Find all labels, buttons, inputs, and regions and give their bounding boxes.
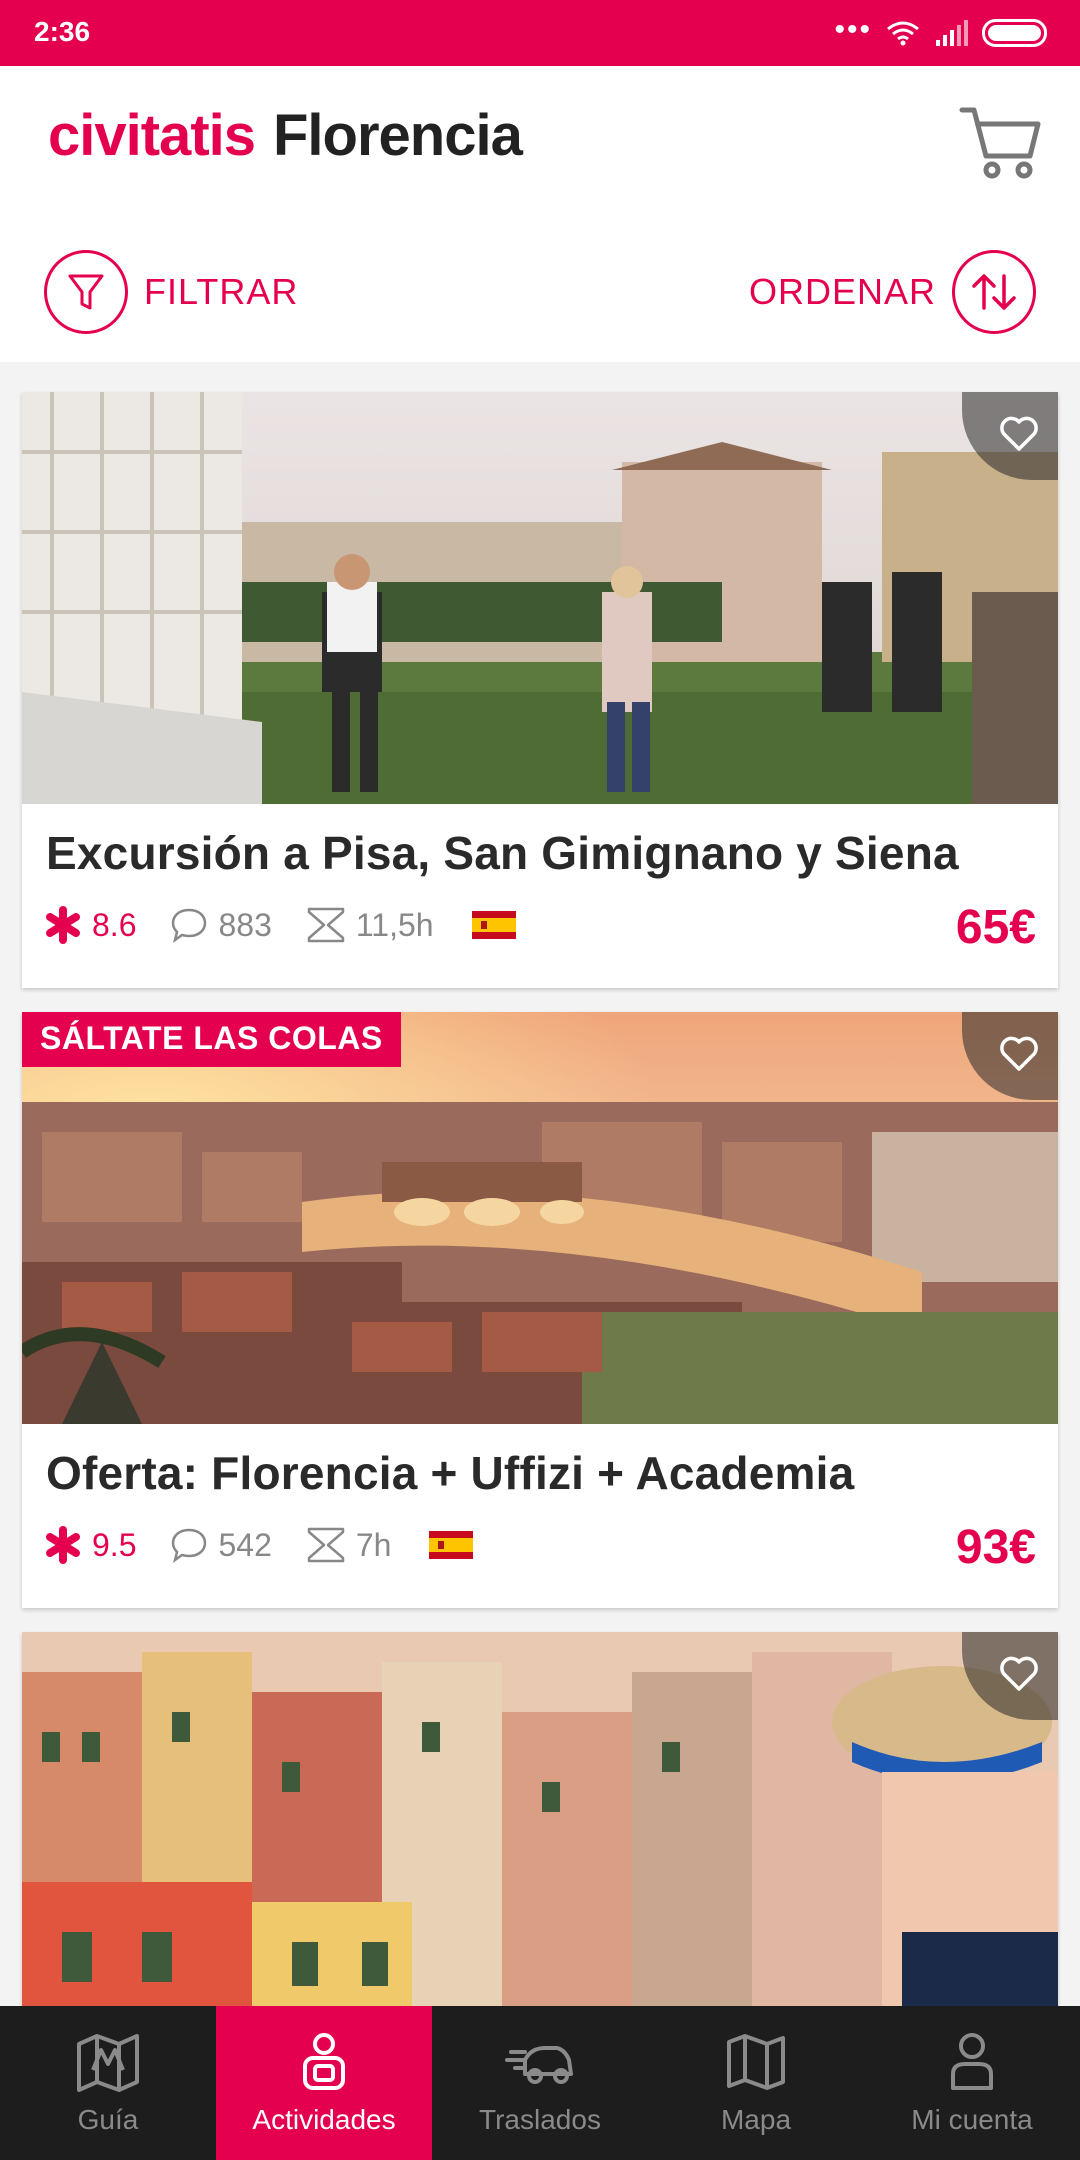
activity-price: 93€: [955, 1521, 1036, 1574]
activity-title[interactable]: Excursión a Pisa, San Gimignano y Siena: [46, 826, 959, 880]
activity-photo-pisa[interactable]: [22, 392, 1058, 804]
city-name: Florencia: [273, 103, 523, 168]
nav-actividades[interactable]: Actividades: [216, 2006, 432, 2160]
filter-label: FILTRAR: [144, 271, 299, 312]
activity-photo-cinque-terre[interactable]: [22, 1632, 1058, 2044]
nav-label: Actividades: [252, 2104, 396, 2135]
duration: 7h: [306, 1526, 392, 1564]
rating: 8.6: [44, 906, 136, 944]
map-pin-icon: [77, 2034, 139, 2092]
activity-price: 65€: [955, 901, 1036, 954]
comment-icon: [172, 908, 207, 943]
heart-icon: [1000, 1656, 1038, 1691]
sort-button[interactable]: ORDENAR: [749, 250, 1036, 334]
duration-value: 7h: [355, 1526, 392, 1563]
map-icon: [727, 2034, 785, 2090]
reviews: 883: [170, 906, 272, 944]
skip-line-badge: SÁLTATE LAS COLAS: [22, 1012, 401, 1067]
sort-arrows-icon: [952, 250, 1036, 334]
duration-value: 11,5h: [355, 906, 434, 943]
transfer-car-icon: [505, 2046, 573, 2084]
hourglass-icon: [307, 907, 345, 943]
filter-icon: [44, 250, 128, 334]
heart-icon: [1000, 1036, 1038, 1071]
nav-label: Mi cuenta: [911, 2104, 1033, 2135]
sort-label: ORDENAR: [748, 271, 936, 312]
cart-icon[interactable]: [958, 102, 1044, 182]
comment-icon: [172, 1528, 207, 1563]
activity-card[interactable]: SÁLTATE LAS COLAS Oferta: Florencia + Uf…: [22, 1012, 1058, 1608]
rating-star-icon: [46, 1526, 80, 1564]
status-time: 2:36: [34, 16, 91, 47]
more-dots-icon: •••: [834, 13, 872, 46]
bottom-navigation: Guía Actividades Traslados Mapa Mi cuent…: [0, 2006, 1080, 2160]
rating-star-icon: [46, 906, 80, 944]
activity-card[interactable]: Excursión a Pisa, San Gimignano y Siena …: [22, 392, 1058, 988]
nav-mi-cuenta[interactable]: Mi cuenta: [864, 2006, 1080, 2160]
flag-spain-icon: [429, 1531, 474, 1559]
duration: 11,5h: [306, 906, 434, 944]
activity-photo-florence[interactable]: SÁLTATE LAS COLAS: [22, 1012, 1058, 1424]
nav-label: Guía: [77, 2104, 139, 2135]
nav-mapa[interactable]: Mapa: [648, 2006, 864, 2160]
page-title: civitatis Florencia: [48, 102, 523, 169]
civitatis-logo: civitatis: [48, 103, 256, 168]
rating-value: 8.6: [92, 906, 137, 943]
status-bar: 2:36 •••: [0, 0, 1080, 66]
hourglass-icon: [307, 1527, 345, 1563]
app-header: civitatis Florencia FILTRAR ORDENAR: [0, 66, 1080, 362]
activity-card[interactable]: [22, 1632, 1058, 2052]
heart-icon: [1000, 416, 1038, 451]
nav-guia[interactable]: Guía: [0, 2006, 216, 2160]
wifi-icon: [887, 21, 919, 46]
nav-label: Mapa: [720, 2104, 792, 2135]
reviews: 542: [170, 1526, 272, 1564]
rating-value: 9.5: [92, 1526, 137, 1563]
signal-icon: [936, 20, 968, 46]
rating: 9.5: [44, 1526, 136, 1564]
activities-icon: [303, 2033, 345, 2090]
user-icon: [951, 2033, 993, 2090]
filter-button[interactable]: FILTRAR: [44, 250, 298, 334]
activity-meta: 8.6 883 11,5h: [44, 900, 516, 950]
status-icons: •••: [834, 13, 1050, 48]
flag-spain-icon: [471, 911, 516, 939]
nav-traslados[interactable]: Traslados: [432, 2006, 648, 2160]
nav-label: Traslados: [479, 2104, 601, 2135]
review-count: 542: [218, 1526, 272, 1563]
activity-meta: 9.5 542 7h: [44, 1520, 474, 1570]
battery-icon: [982, 19, 1047, 47]
activity-title[interactable]: Oferta: Florencia + Uffizi + Academia: [46, 1446, 854, 1500]
review-count: 883: [218, 906, 272, 943]
